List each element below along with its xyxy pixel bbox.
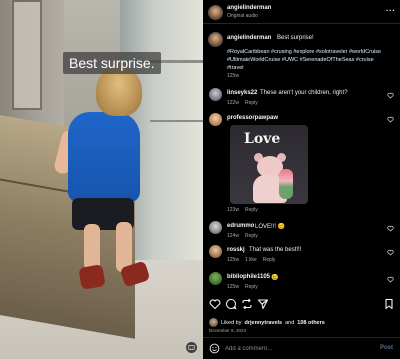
comment-text: LOVE!!! 😊 [255,224,286,230]
heart-icon[interactable] [387,92,394,99]
comment-text: These aren't your children, right? [260,90,348,96]
comment-text: That was the best!!! [249,247,302,253]
child-shoe-left [78,264,106,290]
comment-text: 😢 [271,275,279,281]
comment-meta: 124w Reply [227,233,264,239]
heart-icon[interactable] [387,249,394,256]
comment-meta: 122w Reply [227,100,264,106]
share-icon[interactable] [257,298,269,310]
more-horizontal-icon[interactable]: ··· [386,6,396,15]
comment-avatar[interactable] [209,113,222,126]
comment-meta: 123w Reply [227,207,264,213]
comment-username[interactable]: rosskj [227,247,245,253]
heart-icon[interactable] [387,116,394,123]
child-leg-left [84,224,100,270]
comment-likes[interactable]: 1 like [245,257,257,263]
reply-button[interactable]: Reply [245,207,258,213]
post-actions [203,298,400,312]
comment-avatar[interactable] [209,221,222,234]
post-date: December 9, 2023 [209,328,247,333]
caption-age: 125w [227,73,239,79]
child-shirt [68,112,140,202]
video-caption: Best surprise. [63,52,161,74]
video-handrail-lower [150,120,203,122]
bookmark-icon[interactable] [383,298,395,310]
add-comment-bar: Post [203,337,400,359]
caption-hashtags[interactable]: #RoyalCaribbean #crusing #explore #solot… [227,48,387,72]
comment-username[interactable]: linseyks22 [227,90,257,96]
liked-by: Liked by drjennytravels and 108 others [209,318,325,327]
comment-age: 125w [227,257,239,263]
heart-icon[interactable] [387,276,394,283]
reply-button[interactable]: Reply [263,257,276,263]
header-audio[interactable]: Original audio [227,13,258,19]
heart-icon[interactable] [387,225,394,232]
repost-icon[interactable] [241,298,253,310]
caption-avatar[interactable] [209,33,222,46]
comment-avatar[interactable] [209,88,222,101]
emoji-icon[interactable] [209,343,220,354]
header-username[interactable]: angielinderman [227,5,271,11]
reply-button[interactable]: Reply [245,100,258,106]
add-comment-input[interactable] [225,342,365,356]
comment-meta: 125w 1 like Reply [227,257,281,263]
comment-meta: 125w Reply [227,284,264,290]
author-avatar[interactable] [209,6,222,19]
flower-bouquet [279,169,293,199]
liked-by-prefix: Liked by [221,319,242,326]
post-panel: angielinderman Original audio ··· angiel… [203,0,400,359]
liker-avatar[interactable] [209,318,218,327]
caption-text: Best surprise! [277,35,314,41]
liked-by-user[interactable]: drjennytravels [245,320,283,326]
liked-by-others[interactable]: 108 others [297,320,325,326]
caption-username[interactable]: angielinderman [227,35,271,41]
post-button[interactable]: Post [380,345,393,351]
post-header: angielinderman Original audio ··· [203,0,400,24]
comment-username[interactable]: edrummo [227,223,254,229]
video-door-frame [12,0,42,110]
comment-age: 125w [227,284,239,290]
reply-button[interactable]: Reply [245,284,258,290]
heart-icon[interactable] [209,298,221,310]
gif-title: Love [244,131,281,147]
comment-gif[interactable]: Love [230,125,308,204]
comment-avatar[interactable] [209,272,222,285]
closed-captions-icon[interactable] [186,342,197,353]
comment-age: 124w [227,233,239,239]
reply-button[interactable]: Reply [245,233,258,239]
video-player[interactable]: Best surprise. [0,0,203,359]
comment-username[interactable]: professorpawpaw [227,115,278,121]
comment-username[interactable]: bibliophile1105 [227,274,270,280]
comment-avatar[interactable] [209,245,222,258]
liked-by-joiner: and [285,319,295,326]
comment-age: 122w [227,100,239,106]
comment-age: 123w [227,207,239,213]
comment-icon[interactable] [225,298,237,310]
